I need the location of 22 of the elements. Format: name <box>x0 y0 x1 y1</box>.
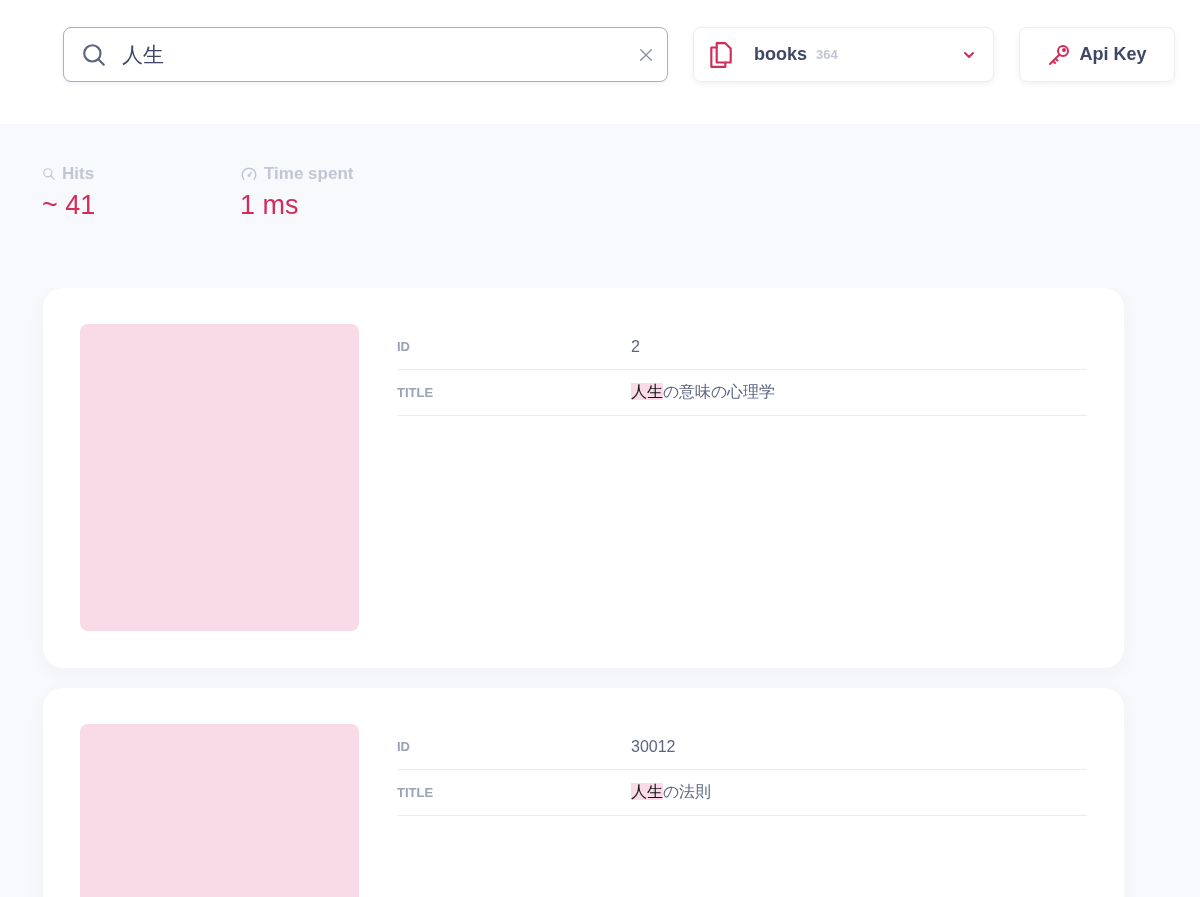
search-icon <box>42 167 56 181</box>
close-icon[interactable] <box>638 46 654 63</box>
documents-icon <box>708 40 734 69</box>
key-icon <box>1047 42 1072 67</box>
index-name: books <box>754 44 807 65</box>
document-count: 364 <box>816 47 839 62</box>
field-value: 30012 <box>631 737 676 756</box>
field-label: ID <box>397 739 411 754</box>
field-value: 人生の意味の心理学 <box>631 382 775 402</box>
search-icon <box>81 41 107 68</box>
speedometer-icon <box>240 165 258 183</box>
index-select[interactable]: books 364 <box>693 27 994 82</box>
stat-value: ~ 41 <box>42 190 97 221</box>
field-value: 2 <box>631 337 640 356</box>
api-key-button[interactable]: Api Key <box>1019 27 1175 82</box>
search-field[interactable]: 人生 <box>63 27 668 82</box>
field-label: ID <box>397 339 411 354</box>
field-label: TITLE <box>397 385 435 400</box>
field-label: TITLE <box>397 785 435 800</box>
field-value: 人生の法則 <box>631 782 711 802</box>
stat-value: 1 ms <box>240 190 300 221</box>
chevron-down-icon <box>963 50 975 59</box>
